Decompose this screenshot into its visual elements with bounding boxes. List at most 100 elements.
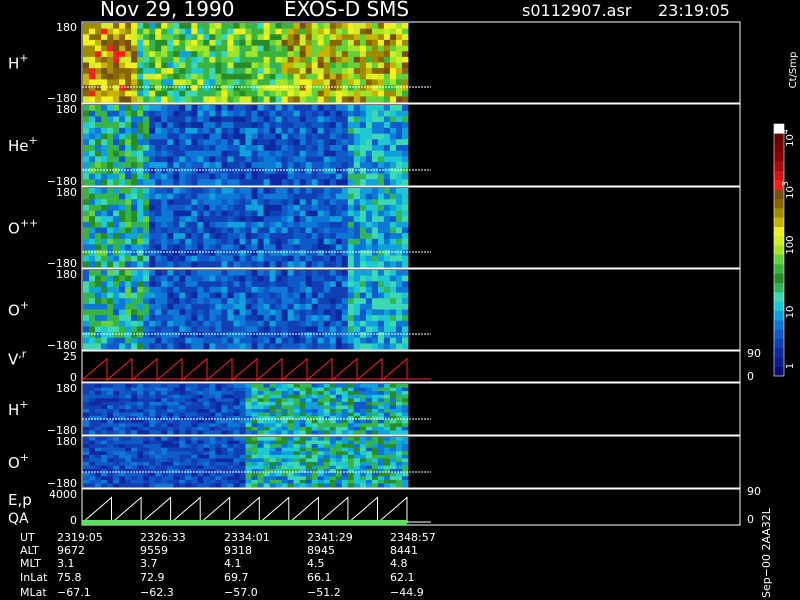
spectrogram-cell — [365, 419, 373, 424]
spectrogram-cell — [227, 384, 234, 388]
spectrogram-cell — [269, 156, 276, 163]
spectrogram-cell — [281, 45, 288, 52]
spectrogram-cell — [107, 199, 114, 206]
spectrogram-cell — [191, 261, 198, 268]
spectrogram-cell — [155, 34, 162, 41]
spectrogram-cell — [311, 298, 319, 305]
spectrogram-cell — [113, 387, 120, 392]
spectrogram-cell — [83, 454, 90, 459]
spectrogram-cell — [161, 412, 168, 417]
spectrogram-cell — [359, 391, 367, 396]
spectrogram-cell — [227, 444, 234, 449]
spectrogram-cell — [341, 270, 349, 276]
spectrogram-cell — [113, 85, 120, 92]
spectrogram-cell — [365, 167, 373, 174]
spectrogram-cell — [257, 68, 264, 75]
spectrogram-cell — [83, 156, 90, 163]
spectrogram-cell — [402, 139, 409, 146]
spectrogram-cell — [215, 292, 222, 299]
spectrogram-cell — [396, 56, 403, 63]
spectrogram-cell — [239, 255, 246, 262]
spectrogram-cell — [251, 391, 258, 396]
spectrogram-cell — [257, 162, 264, 169]
spectrogram-cell — [191, 90, 198, 97]
spectrogram-cell — [359, 122, 367, 129]
spectrogram-cell — [89, 315, 96, 322]
spectrogram-cell — [101, 430, 108, 435]
spectrogram-cells — [83, 23, 409, 103]
spectrogram-cell — [389, 440, 397, 445]
spectrogram-cell — [221, 73, 228, 80]
spectrogram-cell — [402, 193, 409, 200]
spectrogram-cell — [396, 96, 403, 103]
spectrogram-cell — [323, 173, 331, 180]
spectrogram-cell — [209, 423, 216, 428]
spectrogram-cell — [221, 193, 228, 200]
spectrogram-cell — [341, 412, 349, 417]
spectrogram-cell — [197, 62, 204, 69]
spectrogram-cell — [305, 250, 313, 257]
spectrogram-cell — [119, 309, 126, 316]
spectrogram-cell — [353, 145, 361, 152]
spectrogram-cell — [383, 133, 391, 140]
spectrogram-cell — [329, 430, 337, 435]
spectrogram-cell — [239, 476, 246, 481]
spectrogram-cell — [293, 34, 300, 41]
spectrogram-cell — [383, 398, 391, 403]
spectrogram-cell — [185, 162, 192, 169]
spectrogram-cell — [125, 309, 132, 316]
spectrogram-cell — [275, 244, 282, 251]
spectrogram-cell — [113, 233, 120, 240]
spectrogram-cell — [396, 204, 403, 211]
spectrogram-cell — [257, 150, 264, 157]
spectrogram-cell — [119, 56, 126, 63]
spectrogram-cell — [161, 79, 168, 86]
spectrogram-cell — [89, 409, 96, 413]
spectrogram-cell — [161, 320, 168, 327]
spectrogram-cell — [179, 90, 186, 97]
spectrogram-cell — [227, 167, 234, 174]
spectrogram-cell — [335, 150, 343, 157]
spectrogram-cell — [233, 216, 240, 223]
spectrogram-cell — [167, 303, 174, 310]
spectrogram-cell — [287, 315, 294, 322]
spectrogram-cell — [329, 479, 337, 484]
spectrogram-cell — [83, 430, 90, 435]
spectrogram-cell — [365, 28, 373, 35]
spectrogram-cell — [269, 110, 276, 117]
spectrogram-cell — [101, 167, 108, 174]
spectrogram-cell — [317, 343, 325, 350]
spectrogram-cell — [119, 204, 126, 211]
spectrogram-cell — [149, 96, 156, 103]
spectrogram-cell — [371, 412, 379, 417]
spectrogram-cell — [347, 233, 355, 240]
spectrogram-cell — [269, 270, 276, 276]
spectrogram-cell — [335, 56, 343, 63]
spectrogram-cell — [299, 419, 307, 424]
spectrogram-cell — [155, 437, 162, 441]
spectrogram-cell — [269, 105, 276, 112]
spectrogram-cell — [209, 139, 216, 146]
spectrogram-cell — [125, 270, 132, 276]
spectrogram-cell — [83, 162, 90, 169]
spectrogram-cell — [293, 401, 300, 406]
spectrogram-cell — [317, 387, 325, 392]
spectrogram-cell — [341, 51, 349, 58]
spectrogram-cell — [221, 179, 228, 186]
spectrogram-cell — [173, 156, 180, 163]
spectrogram-cell — [269, 250, 276, 257]
spectrogram-cell — [191, 73, 198, 80]
spectrogram-cell — [371, 133, 379, 140]
spectrogram-cell — [137, 409, 144, 413]
spectrogram-cell — [281, 28, 288, 35]
spectrogram-cell — [263, 458, 270, 463]
spectrogram-cell — [113, 105, 120, 112]
spectrogram-cell — [323, 398, 331, 403]
spectrogram-cell — [396, 255, 403, 262]
spectrogram-cell — [149, 162, 156, 169]
spectrogram-cell — [161, 73, 168, 80]
spectrogram-cell — [179, 23, 186, 29]
spectrogram-cell — [293, 255, 300, 262]
spectrogram-cell — [251, 337, 258, 344]
spectrogram-cell — [347, 472, 355, 477]
